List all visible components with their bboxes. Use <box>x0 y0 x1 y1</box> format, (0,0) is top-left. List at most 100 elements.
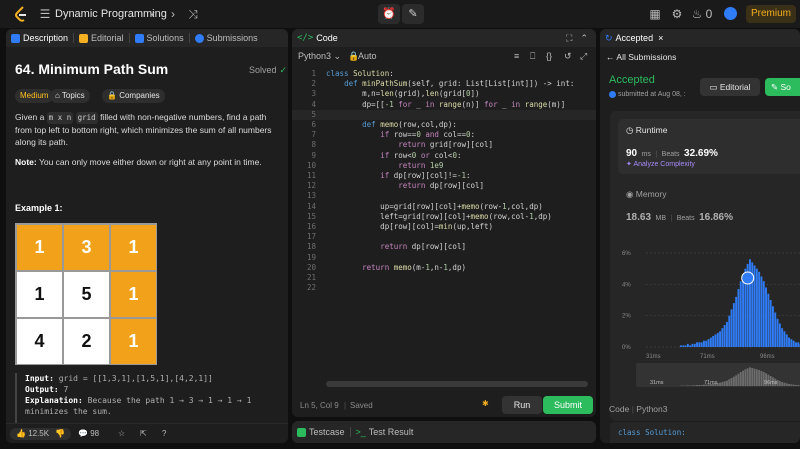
distribution-bar <box>742 274 744 347</box>
overview-bar <box>788 384 790 386</box>
next-problem-icon[interactable]: › <box>166 7 180 21</box>
code-line[interactable]: 4 dp=[[-1 for _ in range(n)] for _ in ra… <box>292 100 596 110</box>
line-number: 17 <box>306 232 316 242</box>
overview-bar <box>758 370 761 386</box>
tab-test-result[interactable]: >_ Test Result <box>351 423 419 441</box>
line-number: 21 <box>306 273 316 282</box>
bookmark-icon[interactable]: ⎕ <box>530 51 535 62</box>
code-editor[interactable]: 1 class Solution: 2 def minPathSum(self, g… <box>292 69 596 369</box>
auto-mode[interactable]: Auto <box>358 51 377 61</box>
line-number: 12 <box>306 181 316 191</box>
distribution-bar <box>719 331 721 347</box>
code-line[interactable]: 12 return dp[row][col] <box>292 181 596 191</box>
code-line[interactable]: 22 <box>292 283 596 293</box>
tab-description[interactable]: Description <box>6 29 73 47</box>
notes-button[interactable]: ✎ <box>402 4 424 24</box>
code-line[interactable]: 20 return memo(m-1,n-1,dp) <box>292 263 596 273</box>
all-submissions-link[interactable]: ← All Submissions <box>606 52 676 62</box>
overview-tick-label: 71ms <box>704 380 718 386</box>
settings-gear-icon[interactable]: ⚙ <box>670 7 684 21</box>
reset-icon[interactable]: ↺ <box>564 51 572 62</box>
code-line[interactable]: 3 m,n=len(grid),len(grid[0]) <box>292 89 596 99</box>
overview-bar <box>785 383 788 386</box>
code-line[interactable]: 11 if dp[row][col]!=-1: <box>292 171 596 181</box>
code-line[interactable]: 9 if row<0 or col<0: <box>292 151 596 161</box>
prev-problem-icon[interactable]: ‹ <box>146 7 160 21</box>
maximize-icon[interactable]: ⛶ <box>566 33 572 44</box>
share-icon[interactable]: ⇱ <box>140 428 147 440</box>
comments-button[interactable]: 💬 98 <box>78 428 99 440</box>
close-tab-icon[interactable]: × <box>658 33 663 43</box>
flame-count: 0 <box>705 7 713 21</box>
companies-chip[interactable]: 🔒 Companies <box>102 89 165 103</box>
code-line[interactable]: 17 <box>292 232 596 242</box>
overview-bar <box>719 382 721 386</box>
code-line[interactable]: 1 class Solution: <box>292 69 596 79</box>
problem-title[interactable]: 64. Minimum Path Sum <box>15 61 168 77</box>
premium-button[interactable]: Premium <box>746 5 796 23</box>
code-line[interactable]: 13 <box>292 191 596 201</box>
overview-bar <box>726 380 728 386</box>
problem-list-icon[interactable]: ☰ <box>38 7 52 21</box>
tab-code[interactable]: </> Code <box>292 29 343 47</box>
code-line[interactable]: 19 <box>292 253 596 263</box>
submit-button[interactable]: Submit <box>543 396 593 414</box>
language-select[interactable]: Python3 ⌄ <box>298 51 341 62</box>
code-line[interactable]: 18 return dp[row][col] <box>292 242 596 252</box>
overview-bar <box>795 385 797 386</box>
horizontal-scrollbar[interactable] <box>326 381 588 387</box>
line-number: 16 <box>306 222 316 231</box>
description-footer: 👍 12.5K 👎 💬 98 ☆ ⇱ ? <box>6 423 288 443</box>
line-number: 13 <box>306 191 316 201</box>
code-line[interactable]: 2 def minPathSum(self, grid: List[List[i… <box>292 79 596 89</box>
flame-icon[interactable]: ♨ <box>690 7 704 21</box>
help-icon[interactable]: ? <box>162 428 166 440</box>
code-line[interactable]: 5 <box>292 109 596 120</box>
distribution-bar <box>689 345 692 347</box>
editorial-button[interactable]: ▭ Editorial <box>700 78 760 96</box>
user-avatar[interactable] <box>724 7 737 20</box>
code-line[interactable]: 16 dp[row][col]=min(up,left) <box>292 222 596 232</box>
timer-button[interactable]: ⏰ <box>378 4 400 24</box>
like-button[interactable]: 👍 12.5K 👎 <box>10 428 72 440</box>
shuffle-icon[interactable]: ⤨ <box>186 7 200 21</box>
layout-icon[interactable]: ▦ <box>648 7 662 21</box>
debug-icon[interactable]: ✱ <box>482 399 489 408</box>
topics-chip[interactable]: ⌂ Topics <box>50 89 90 103</box>
top-bar: ☰ Dynamic Programming ‹ › ⤨ ⏰ ✎ ▦ ⚙ ♨ 0 … <box>0 0 800 28</box>
braces-icon[interactable]: {} <box>546 51 552 61</box>
run-button[interactable]: Run <box>502 396 542 414</box>
distribution-bar <box>696 342 698 347</box>
thumbs-down-icon[interactable]: 👎 <box>55 429 65 438</box>
distribution-bar <box>709 337 712 347</box>
problem-note: Note: You can only move either down or r… <box>15 157 262 167</box>
distribution-bar <box>792 340 795 347</box>
collapse-icon[interactable]: ⌃ <box>580 33 588 44</box>
code-line[interactable]: 7 if row==0 and col==0: <box>292 130 596 140</box>
code-line[interactable]: 21 <box>292 273 596 283</box>
distribution-bar <box>760 276 763 347</box>
tab-editorial[interactable]: Editorial <box>74 29 129 47</box>
line-number: 10 <box>306 160 316 170</box>
distribution-bar <box>693 343 696 347</box>
overview-bar <box>746 368 749 386</box>
expand-icon[interactable]: ⤢ <box>580 51 587 62</box>
distribution-bar <box>703 340 705 347</box>
code-line[interactable]: 15 left=grid[row][col]+memo(row,col-1,dp… <box>292 212 596 222</box>
code-line[interactable]: 6 def memo(row,col,dp): <box>292 120 596 130</box>
star-icon[interactable]: ☆ <box>118 428 125 440</box>
tab-testcase[interactable]: Testcase <box>292 423 350 441</box>
leetcode-logo-icon[interactable] <box>14 6 28 22</box>
code-line[interactable]: 8 return grid[row][col] <box>292 140 596 150</box>
line-text: if row<0 or col<0: <box>380 150 462 160</box>
solution-button[interactable]: ✎ So <box>765 78 800 96</box>
tab-accepted[interactable]: ↻ Accepted × <box>600 29 668 47</box>
code-line[interactable]: 14 up=grid[row][col]+memo(row-1,col,dp) <box>292 202 596 212</box>
save-status: Saved <box>350 401 373 410</box>
format-icon[interactable]: ≡ <box>514 51 519 61</box>
tab-submissions[interactable]: Submissions <box>190 29 263 47</box>
tab-solutions[interactable]: Solutions <box>130 29 189 47</box>
line-number: 14 <box>306 201 316 211</box>
code-line[interactable]: 10 return 1e9 <box>292 161 596 171</box>
runtime-distribution-chart[interactable]: 6% 4% 2% 0% 31ms 71ms 96ms 31ms 71ms 96ms <box>610 111 800 421</box>
